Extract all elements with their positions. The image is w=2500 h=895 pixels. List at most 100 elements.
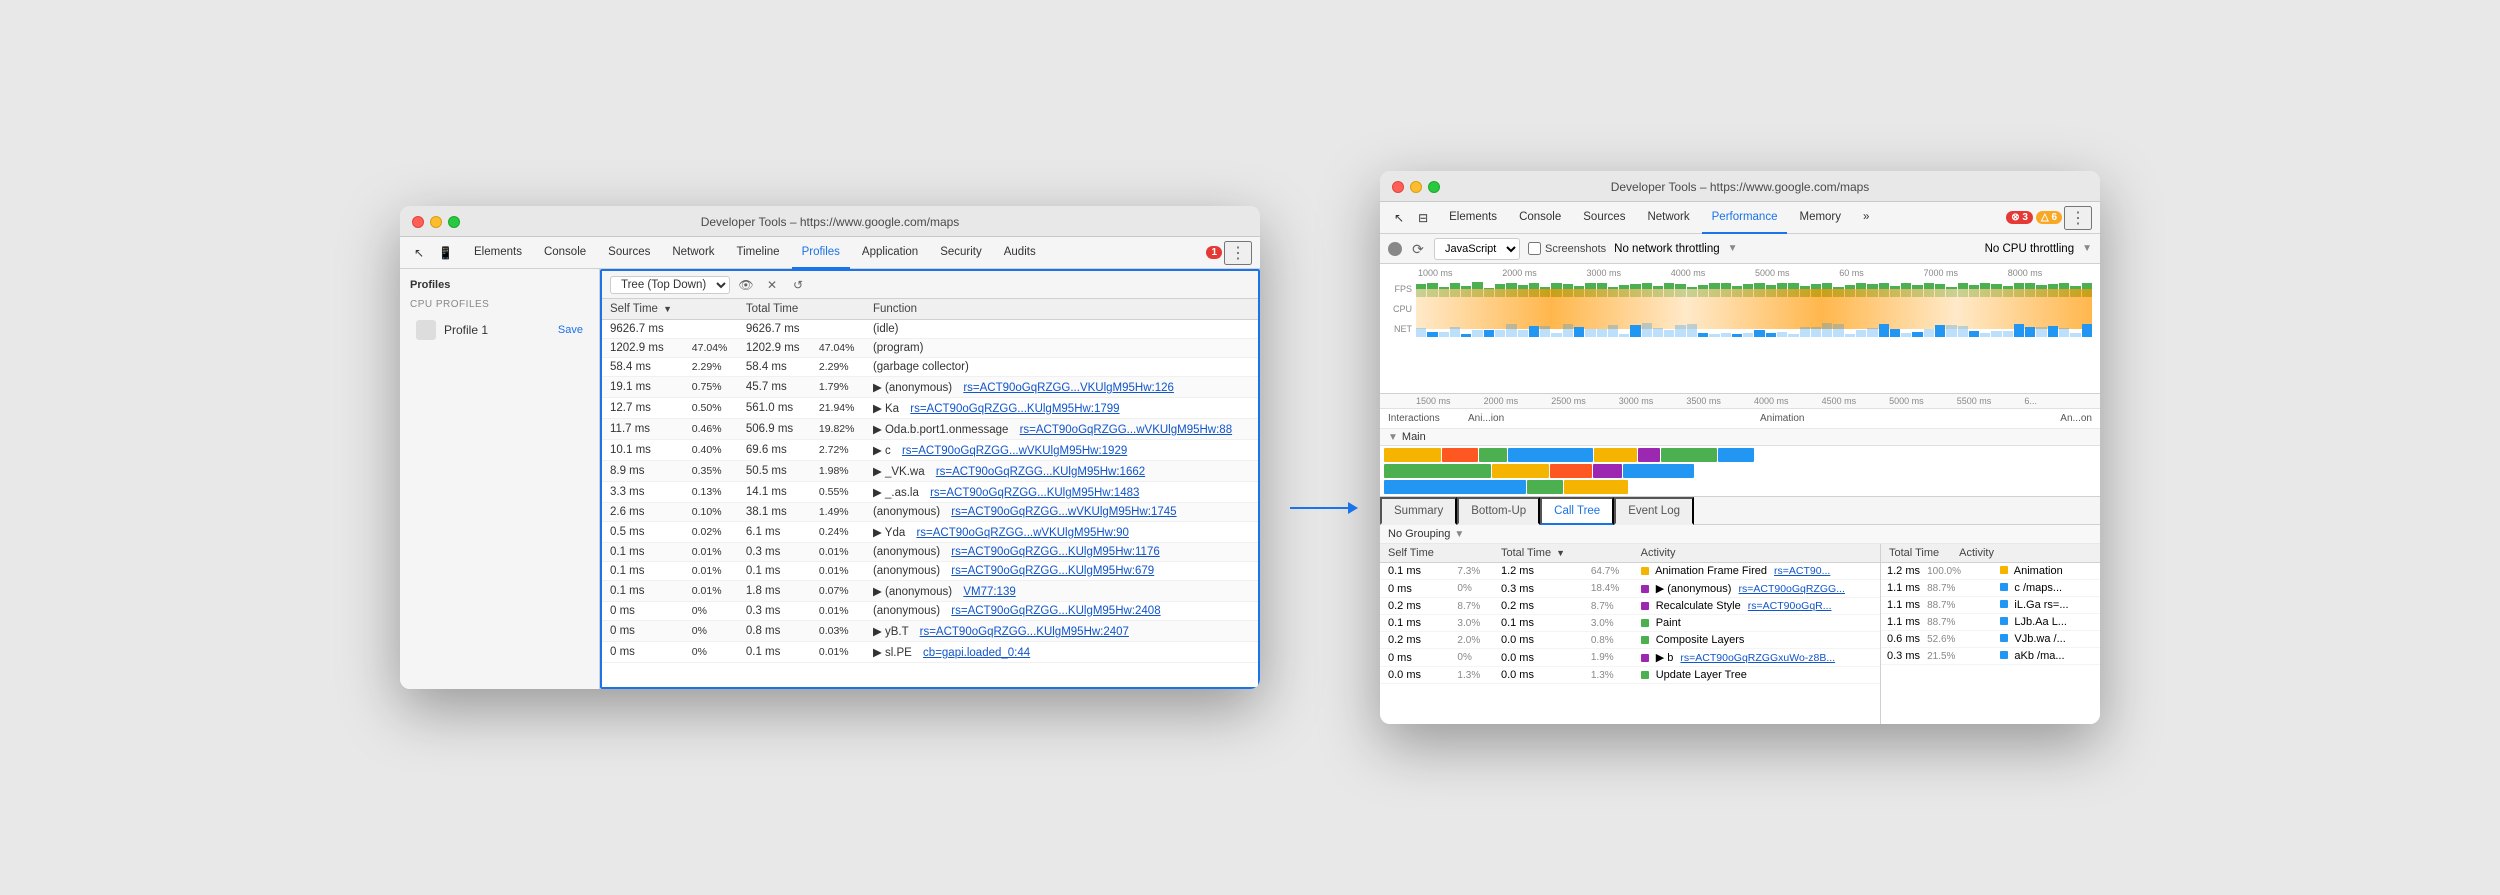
table-row[interactable]: 8.9 ms 0.35% 50.5 ms 1.98% ▶ _VK.wa rs=A… — [602, 461, 1258, 482]
hs-row[interactable]: 0.3 ms 21.5% aKb /ma... — [1881, 648, 2100, 665]
menu-button-right[interactable]: ⋮ — [2064, 206, 2092, 230]
tab-network[interactable]: Network — [662, 237, 724, 269]
activity-link[interactable]: rs=ACT90oGqRZGG... — [1738, 583, 1845, 595]
fn-link[interactable]: rs=ACT90oGqRZGG...KUlgM95Hw:1176 — [951, 546, 1159, 558]
fn-link[interactable]: rs=ACT90oGqRZGG...wVKUlgM95Hw:88 — [1020, 424, 1233, 436]
table-row[interactable]: 0.5 ms 0.02% 6.1 ms 0.24% ▶ Yda rs=ACT90… — [602, 522, 1258, 543]
table-row[interactable]: 0 ms 0% 0.3 ms 0.01% (anonymous) rs=ACT9… — [602, 602, 1258, 621]
fn-link[interactable]: rs=ACT90oGqRZGG...VKUlgM95Hw:126 — [963, 382, 1174, 394]
tab-application[interactable]: Application — [852, 237, 928, 269]
reload-btn[interactable]: ⟳ — [1410, 241, 1426, 257]
col-function[interactable]: Function — [865, 299, 1258, 320]
activity-link[interactable]: rs=ACT90oGqRZGGxuWo-z8B... — [1680, 652, 1835, 664]
right-tab-console[interactable]: Console — [1509, 202, 1571, 234]
table-row[interactable]: 0 ms 0% 0.8 ms 0.03% ▶ yB.T rs=ACT90oGqR… — [602, 621, 1258, 642]
right-tab-more[interactable]: » — [1853, 202, 1879, 234]
main-section-header[interactable]: ▼ Main — [1380, 429, 2100, 446]
tab-summary[interactable]: Summary — [1380, 497, 1457, 525]
right-tab-memory[interactable]: Memory — [1789, 202, 1851, 234]
main-flamechart[interactable] — [1380, 446, 2100, 496]
table-row[interactable]: 2.6 ms 0.10% 38.1 ms 1.49% (anonymous) r… — [602, 503, 1258, 522]
fn-link[interactable]: rs=ACT90oGqRZGG...KUlgM95Hw:679 — [951, 565, 1154, 577]
tab-security[interactable]: Security — [930, 237, 992, 269]
hs-row[interactable]: 1.1 ms 88.7% iL.Ga rs=... — [1881, 597, 2100, 614]
fn-link[interactable]: rs=ACT90oGqRZGG...KUlgM95Hw:2408 — [951, 605, 1160, 617]
call-tree-row[interactable]: 0.2 ms 2.0% 0.0 ms 0.8% Composite Layers — [1380, 632, 1880, 649]
menu-button-left[interactable]: ⋮ — [1224, 241, 1252, 265]
tab-audits[interactable]: Audits — [994, 237, 1046, 269]
tab-call-tree[interactable]: Call Tree — [1540, 497, 1614, 525]
fn-link[interactable]: rs=ACT90oGqRZGG...KUlgM95Hw:1662 — [936, 466, 1145, 478]
fn-link[interactable]: VM77:139 — [963, 586, 1015, 598]
close-button-left[interactable] — [412, 216, 424, 228]
table-row[interactable]: 0 ms 0% 0.1 ms 0.01% ▶ sl.PE cb=gapi.loa… — [602, 642, 1258, 663]
profile-save-link[interactable]: Save — [558, 324, 583, 336]
eye-btn[interactable]: 👁 — [736, 275, 756, 295]
table-row[interactable]: 19.1 ms 0.75% 45.7 ms 1.79% ▶ (anonymous… — [602, 377, 1258, 398]
minimize-button-left[interactable] — [430, 216, 442, 228]
table-row[interactable]: 0.1 ms 0.01% 0.1 ms 0.01% (anonymous) rs… — [602, 562, 1258, 581]
tab-console[interactable]: Console — [534, 237, 596, 269]
activity-link[interactable]: rs=ACT90oGqR... — [1748, 600, 1832, 612]
hs-row[interactable]: 1.1 ms 88.7% c /maps... — [1881, 580, 2100, 597]
record-btn[interactable] — [1388, 242, 1402, 256]
call-tree-row[interactable]: 0.1 ms 7.3% 1.2 ms 64.7% Animation Frame… — [1380, 563, 1880, 580]
call-tree-row[interactable]: 0 ms 0% 0.3 ms 18.4% ▶ (anonymous) rs=AC… — [1380, 580, 1880, 598]
fn-link[interactable]: rs=ACT90oGqRZGG...KUlgM95Hw:1799 — [910, 403, 1119, 415]
fn-link[interactable]: rs=ACT90oGqRZGG...wVKUlgM95Hw:90 — [916, 527, 1129, 539]
right-tab-sources[interactable]: Sources — [1573, 202, 1635, 234]
hs-row[interactable]: 1.2 ms 100.0% Animation — [1881, 563, 2100, 580]
col-self-time[interactable]: Self Time ▼ — [602, 299, 684, 320]
table-row[interactable]: 1202.9 ms 47.04% 1202.9 ms 47.04% (progr… — [602, 339, 1258, 358]
table-row[interactable]: 12.7 ms 0.50% 561.0 ms 21.94% ▶ Ka rs=AC… — [602, 398, 1258, 419]
cursor-tool-btn-right[interactable]: ↖ — [1388, 207, 1410, 229]
call-tree-main[interactable]: Self Time Total Time ▼ Activity 0.1 ms 7… — [1380, 544, 1880, 724]
right-tab-performance[interactable]: Performance — [1702, 202, 1788, 234]
table-row[interactable]: 58.4 ms 2.29% 58.4 ms 2.29% (garbage col… — [602, 358, 1258, 377]
screenshots-checkbox[interactable] — [1528, 242, 1541, 255]
maximize-button-right[interactable] — [1428, 181, 1440, 193]
close-button-right[interactable] — [1392, 181, 1404, 193]
cursor-tool-btn[interactable]: ↖ — [408, 242, 430, 264]
tab-sources[interactable]: Sources — [598, 237, 660, 269]
call-tree-row[interactable]: 0 ms 0% 0.0 ms 1.9% ▶ b rs=ACT90oGqRZGGx… — [1380, 649, 1880, 667]
tab-event-log[interactable]: Event Log — [1614, 497, 1694, 525]
hs-row[interactable]: 1.1 ms 88.7% LJb.Aa L... — [1881, 614, 2100, 631]
table-row[interactable]: 10.1 ms 0.40% 69.6 ms 2.72% ▶ c rs=ACT90… — [602, 440, 1258, 461]
call-tree-row[interactable]: 0.0 ms 1.3% 0.0 ms 1.3% Update Layer Tre… — [1380, 667, 1880, 684]
profile-table-scroll[interactable]: Self Time ▼ Total Time Function 9626.7 m… — [602, 299, 1258, 689]
table-row[interactable]: 11.7 ms 0.46% 506.9 ms 19.82% ▶ Oda.b.po… — [602, 419, 1258, 440]
call-tree-row[interactable]: 0.1 ms 3.0% 0.1 ms 3.0% Paint — [1380, 615, 1880, 632]
table-row[interactable]: 0.1 ms 0.01% 1.8 ms 0.07% ▶ (anonymous) … — [602, 581, 1258, 602]
dock-btn[interactable]: ⊟ — [1412, 207, 1434, 229]
activity-link[interactable]: rs=ACT90... — [1774, 565, 1830, 577]
ct-col-total[interactable]: Total Time ▼ — [1493, 544, 1583, 563]
tab-elements[interactable]: Elements — [464, 237, 532, 269]
table-row[interactable]: 9626.7 ms 9626.7 ms (idle) — [602, 320, 1258, 339]
clear-btn[interactable]: ✕ — [762, 275, 782, 295]
timeline-area[interactable]: 1000 ms2000 ms3000 ms4000 ms5000 ms60 ms… — [1380, 264, 2100, 394]
js-select[interactable]: JavaScript — [1434, 238, 1520, 260]
tab-profiles[interactable]: Profiles — [792, 237, 850, 269]
ct-col-self[interactable]: Self Time — [1380, 544, 1449, 563]
fn-link[interactable]: rs=ACT90oGqRZGG...wVKUlgM95Hw:1929 — [902, 445, 1127, 457]
tree-type-select[interactable]: Tree (Top Down) — [610, 276, 730, 294]
right-tab-network[interactable]: Network — [1637, 202, 1699, 234]
fn-link[interactable]: rs=ACT90oGqRZGG...KUlgM95Hw:1483 — [930, 487, 1139, 499]
col-total-time[interactable]: Total Time — [738, 299, 811, 320]
fn-link[interactable]: cb=gapi.loaded_0:44 — [923, 647, 1030, 659]
right-tab-elements[interactable]: Elements — [1439, 202, 1507, 234]
table-row[interactable]: 0.1 ms 0.01% 0.3 ms 0.01% (anonymous) rs… — [602, 543, 1258, 562]
fn-link[interactable]: rs=ACT90oGqRZGG...wVKUlgM95Hw:1745 — [951, 506, 1176, 518]
ct-col-activity[interactable]: Activity — [1633, 544, 1880, 563]
minimize-button-right[interactable] — [1410, 181, 1422, 193]
collapse-icon[interactable]: ▼ — [1388, 432, 1398, 443]
maximize-button-left[interactable] — [448, 216, 460, 228]
screenshots-checkbox-label[interactable]: Screenshots — [1528, 242, 1606, 255]
call-tree-row[interactable]: 0.2 ms 8.7% 0.2 ms 8.7% Recalculate Styl… — [1380, 598, 1880, 615]
mobile-tool-btn[interactable]: 📱 — [432, 242, 459, 264]
refresh-btn[interactable]: ↺ — [788, 275, 808, 295]
profile-item-1[interactable]: Profile 1 Save — [410, 316, 589, 344]
tab-timeline[interactable]: Timeline — [727, 237, 790, 269]
fn-link[interactable]: rs=ACT90oGqRZGG...KUlgM95Hw:2407 — [920, 626, 1129, 638]
